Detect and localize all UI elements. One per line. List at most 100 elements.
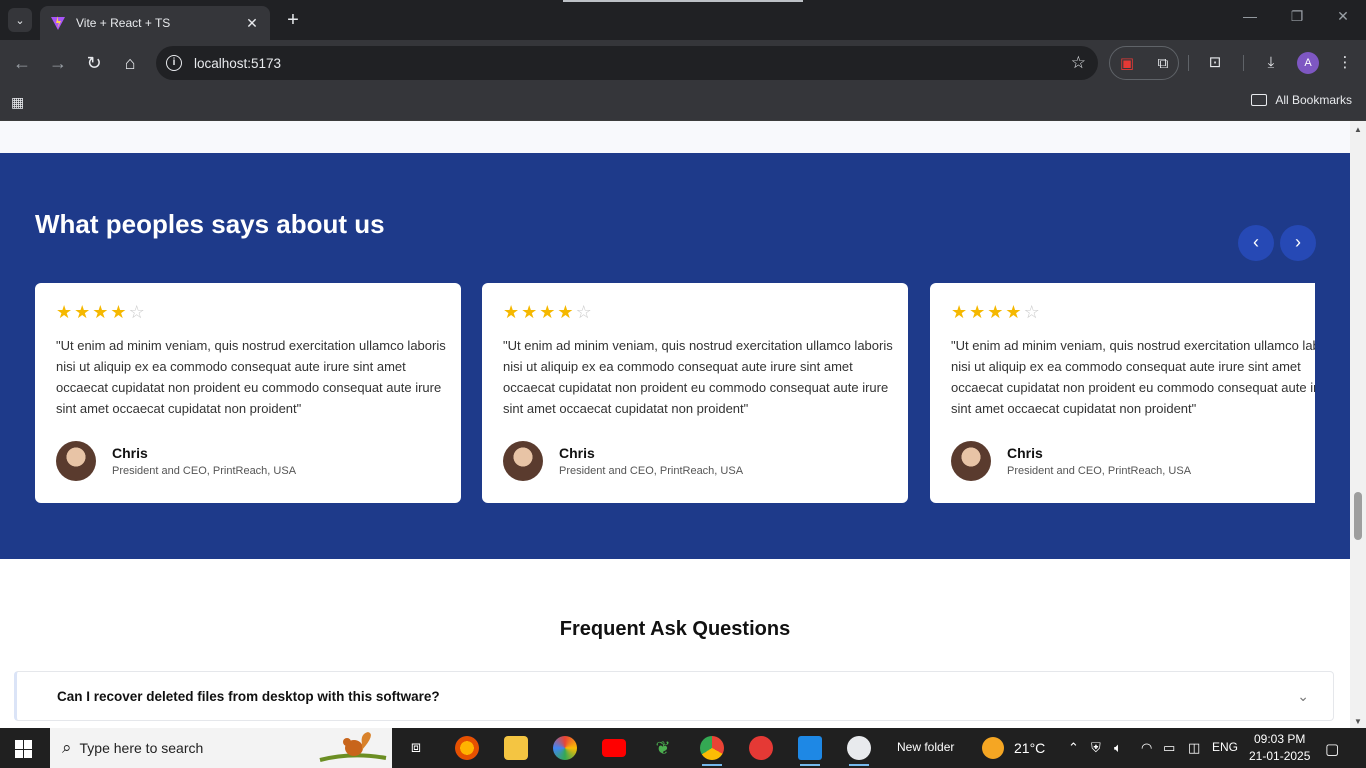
faq-question: Can I recover deleted files from desktop…	[57, 688, 440, 704]
extensions-group: ▣ ⧉	[1109, 46, 1179, 80]
all-bookmarks-button[interactable]: All Bookmarks	[1251, 93, 1352, 107]
download-icon[interactable]: ⤓	[1262, 54, 1280, 72]
meet-camera-icon[interactable]: ◫	[1188, 740, 1200, 756]
star-filled-icon: ★	[987, 302, 1004, 322]
carousel-next-chevron-icon[interactable]: ›	[1280, 225, 1316, 261]
testimonial-quote: "Ut enim ad minim veniam, quis nostrud e…	[56, 338, 446, 416]
testimonial-author: Chris President and CEO, PrintReach, USA	[951, 441, 1315, 481]
task-view-icon[interactable]: ⧈	[404, 736, 428, 760]
browser-tab-bar: ⌄ Vite + React + TS ✕ + — ❐ ✕	[0, 0, 1366, 40]
extension-app-icon[interactable]: ▣	[1118, 55, 1136, 73]
carousel-prev-chevron-icon[interactable]: ‹	[1238, 225, 1274, 261]
page-viewport: What peoples says about us ‹ › ★ ★ ★ ★ ☆ "Ut…	[0, 121, 1350, 728]
new-tab-plus-icon[interactable]: +	[282, 9, 304, 31]
address-bar[interactable]: i localhost:5173 ☆	[156, 46, 1098, 80]
tab-search-chevron-icon[interactable]: ⌄	[8, 8, 32, 32]
weather-temp[interactable]: 21°C	[1014, 740, 1045, 756]
star-filled-icon: ★	[1005, 302, 1022, 322]
testimonials-section: What peoples says about us ‹ › ★ ★ ★ ★ ☆ "Ut…	[0, 153, 1350, 559]
testimonial-carousel: ★ ★ ★ ★ ☆ "Ut enim ad minim veniam, quis nos…	[35, 283, 1315, 503]
testimonial-card: ★ ★ ★ ★ ☆ "Ut enim ad minim veniam, quis nos…	[930, 283, 1315, 503]
bookmark-star-icon[interactable]: ☆	[1071, 54, 1086, 72]
squirrel-illustration-icon	[319, 732, 387, 762]
clock-time[interactable]: 09:03 PM	[1254, 732, 1305, 746]
language-indicator[interactable]: ENG	[1212, 740, 1238, 754]
avatar	[951, 441, 991, 481]
testimonial-card: ★ ★ ★ ★ ☆ "Ut enim ad minim veniam, quis nos…	[482, 283, 908, 503]
window-close-icon[interactable]: ✕	[1331, 8, 1355, 25]
search-placeholder: Type here to search	[79, 740, 204, 756]
star-filled-icon: ★	[92, 302, 109, 322]
reload-icon[interactable]: ↻	[83, 52, 105, 74]
testimonial-quote: "Ut enim ad minim veniam, quis nostrud e…	[951, 338, 1315, 416]
testimonial-card: ★ ★ ★ ★ ☆ "Ut enim ad minim veniam, quis nos…	[35, 283, 461, 503]
clock-date[interactable]: 21-01-2025	[1249, 749, 1310, 763]
site-info-icon[interactable]: i	[166, 55, 182, 71]
extensions-puzzle-icon[interactable]: ⧉	[1154, 55, 1172, 73]
star-filled-icon: ★	[951, 302, 968, 322]
star-rating: ★ ★ ★ ★ ☆	[56, 303, 440, 321]
chevron-down-icon[interactable]: ⌄	[1297, 688, 1309, 705]
star-empty-icon: ☆	[575, 302, 592, 322]
security-shield-icon[interactable]: ⛨	[1091, 740, 1101, 756]
tray-chevron-up-icon[interactable]: ⌃	[1068, 740, 1079, 756]
taskbar-search-input[interactable]: ⌕ Type here to search	[50, 728, 392, 768]
all-bookmarks-label: All Bookmarks	[1275, 93, 1352, 107]
faq-item[interactable]: Can I recover deleted files from desktop…	[14, 671, 1334, 721]
star-filled-icon: ★	[74, 302, 91, 322]
weather-sun-icon	[982, 737, 1004, 759]
scroll-thumb[interactable]	[1354, 492, 1362, 540]
firefox-icon[interactable]	[455, 736, 479, 760]
avatar	[56, 441, 96, 481]
restore-icon[interactable]: ❐	[1285, 8, 1309, 25]
chrome-icon[interactable]	[700, 736, 724, 766]
wps-office-icon[interactable]	[749, 736, 773, 760]
photos-app-icon[interactable]	[553, 736, 577, 760]
testimonial-author: Chris President and CEO, PrintReach, USA	[56, 441, 440, 481]
wifi-icon[interactable]: ◠	[1141, 740, 1152, 756]
file-explorer-icon[interactable]	[504, 736, 528, 760]
bookmarks-bar: ▦ All Bookmarks	[0, 86, 1366, 121]
menu-kebab-icon[interactable]: ⋮	[1336, 54, 1354, 72]
vscode-icon[interactable]	[798, 736, 822, 766]
notification-icon[interactable]: ▢	[1325, 740, 1339, 758]
avatar	[503, 441, 543, 481]
apps-grid-icon[interactable]: ▦	[11, 94, 29, 112]
faq-heading: Frequent Ask Questions	[559, 618, 791, 640]
home-icon[interactable]: ⌂	[119, 52, 141, 74]
tab-title: Vite + React + TS	[76, 16, 171, 30]
star-rating: ★ ★ ★ ★ ☆	[503, 303, 887, 321]
back-arrow-icon[interactable]: ←	[11, 52, 33, 74]
battery-icon[interactable]: ▭	[1163, 740, 1175, 756]
forward-arrow-icon[interactable]: →	[47, 52, 69, 74]
star-rating: ★ ★ ★ ★ ☆	[951, 303, 1315, 321]
scroll-up-arrow-icon[interactable]: ▲	[1354, 125, 1362, 134]
windows-start-icon[interactable]	[15, 740, 33, 758]
tab-close-icon[interactable]: ✕	[244, 15, 260, 32]
browser-toolbar: ← → ↻ ⌂ i localhost:5173 ☆ ▣ ⧉ ⊡ ⤓ A ⋮	[0, 40, 1366, 86]
author-name: Chris	[1007, 445, 1043, 461]
star-filled-icon: ★	[521, 302, 538, 322]
youtube-icon[interactable]	[602, 739, 626, 757]
toolbar-divider	[1188, 55, 1189, 71]
star-filled-icon: ★	[503, 302, 520, 322]
window-drag-strip	[563, 0, 803, 2]
minimize-icon[interactable]: —	[1238, 8, 1262, 24]
lens-screenshot-icon[interactable]: ⊡	[1206, 54, 1224, 72]
volume-icon[interactable]: 🔈︎	[1114, 740, 1122, 756]
testimonial-author: Chris President and CEO, PrintReach, USA	[503, 441, 887, 481]
profile-avatar[interactable]: A	[1297, 52, 1319, 74]
url-text: localhost:5173	[194, 55, 282, 71]
author-name: Chris	[559, 445, 595, 461]
testimonials-heading: What peoples says about us	[35, 209, 385, 239]
star-filled-icon: ★	[557, 302, 574, 322]
scroll-down-arrow-icon[interactable]: ▼	[1354, 717, 1362, 726]
taskbar-folder-label[interactable]: New folder	[897, 740, 954, 754]
snipping-tool-icon[interactable]	[847, 736, 871, 766]
author-role: President and CEO, PrintReach, USA	[112, 465, 297, 477]
browser-tab[interactable]: Vite + React + TS ✕	[40, 6, 270, 40]
star-filled-icon: ★	[539, 302, 556, 322]
page-scrollbar[interactable]: ▲ ▼	[1350, 121, 1366, 728]
vite-logo-icon	[51, 16, 65, 30]
mongodb-leaf-icon[interactable]: ❦	[651, 736, 675, 760]
